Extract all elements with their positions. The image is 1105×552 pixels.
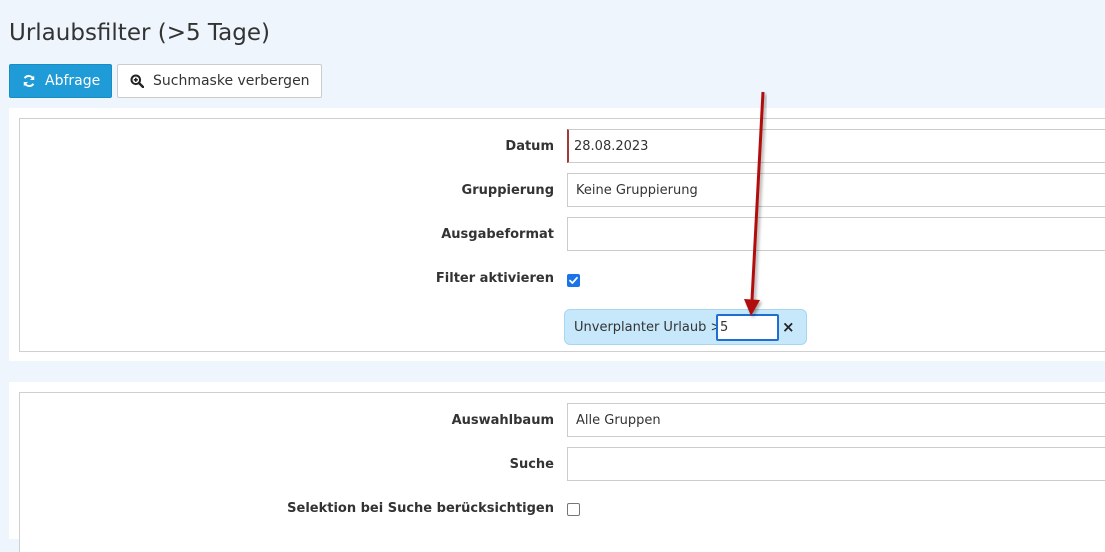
refresh-icon xyxy=(21,73,37,89)
toggle-search-mask-button[interactable]: Suchmaske verbergen xyxy=(117,64,322,98)
suche-label: Suche xyxy=(509,457,554,472)
filter-activate-checkbox[interactable] xyxy=(567,274,580,287)
zoom-in-icon xyxy=(129,73,145,89)
query-button-label: Abfrage xyxy=(45,73,101,89)
auswahlbaum-select[interactable]: Alle Gruppen xyxy=(567,403,1105,437)
ausgabeformat-label: Ausgabeformat xyxy=(441,227,554,242)
query-button[interactable]: Abfrage xyxy=(9,64,112,98)
filter-activate-label: Filter aktivieren xyxy=(435,271,554,286)
filter-days-input[interactable]: 5 xyxy=(716,314,779,341)
selektion-checkbox[interactable] xyxy=(567,503,580,516)
gruppierung-label: Gruppierung xyxy=(461,183,554,198)
close-icon[interactable]: × xyxy=(782,318,795,336)
checkmark-icon xyxy=(569,276,578,284)
suche-input[interactable] xyxy=(567,447,1105,481)
filter-pill-label: Unverplanter Urlaub > xyxy=(574,320,722,335)
datum-label: Datum xyxy=(505,139,554,154)
auswahlbaum-label: Auswahlbaum xyxy=(451,413,554,428)
gruppierung-select[interactable]: Keine Gruppierung xyxy=(567,173,1105,207)
ausgabeformat-select[interactable] xyxy=(567,217,1105,251)
filter-pill: Unverplanter Urlaub > 5 × xyxy=(564,309,807,345)
selektion-label: Selektion bei Suche berücksichtigen xyxy=(287,501,554,516)
toggle-search-mask-label: Suchmaske verbergen xyxy=(153,73,310,89)
page-title: Urlaubsfilter (>5 Tage) xyxy=(9,20,270,46)
datum-field[interactable]: 28.08.2023 xyxy=(567,129,1105,163)
